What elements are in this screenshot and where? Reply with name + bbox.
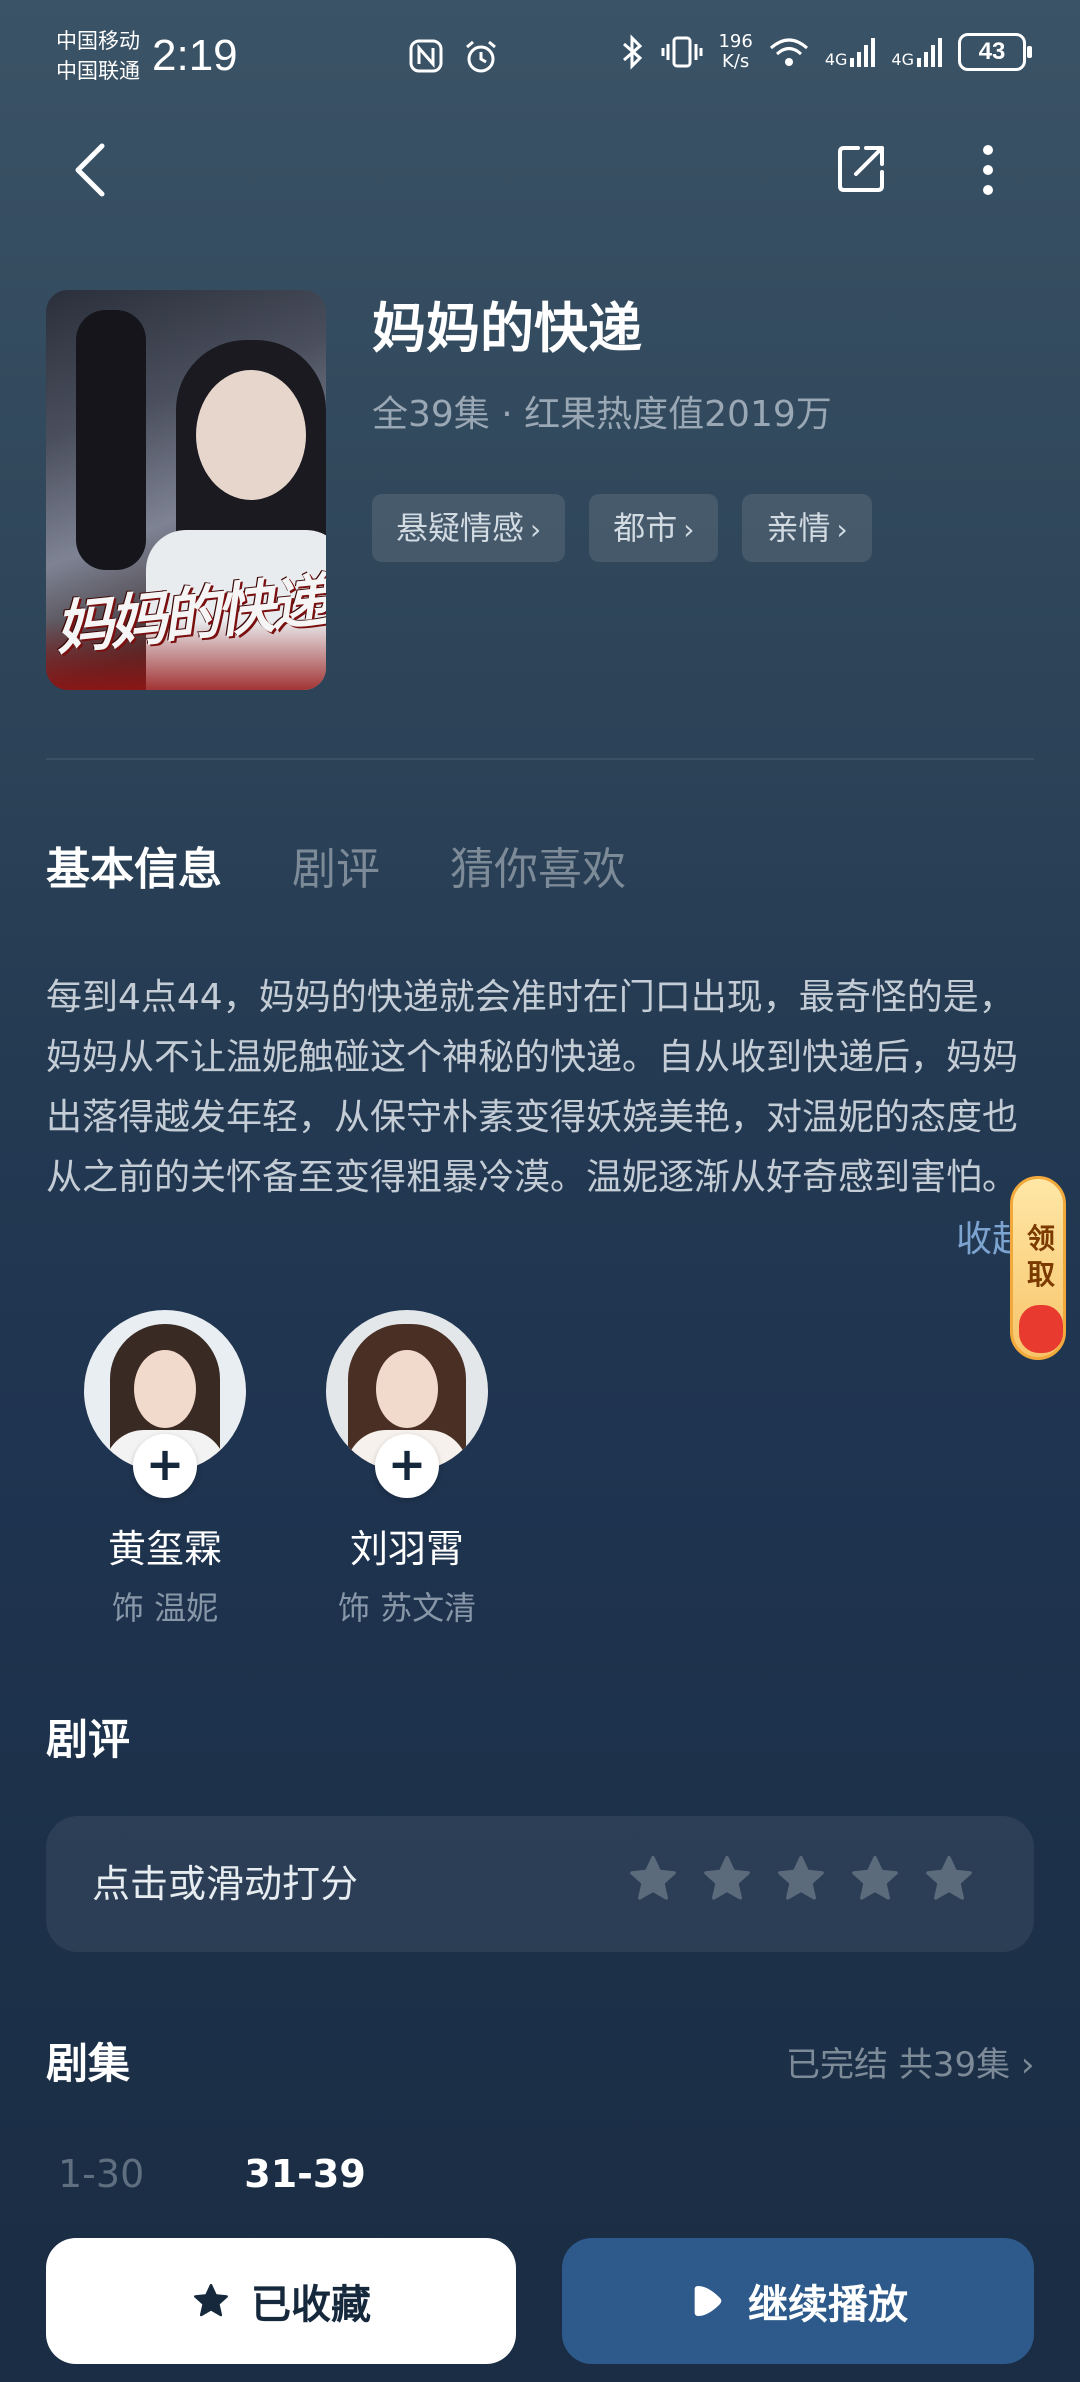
star-icon[interactable] — [626, 1852, 680, 1906]
nfc-icon — [409, 39, 443, 73]
play-icon — [694, 2286, 722, 2316]
star-icon[interactable] — [700, 1852, 754, 1906]
drama-poster: 妈妈的快递 — [46, 290, 326, 690]
status-right-icons: 196 K/s 4G 4G 43 — [620, 32, 1032, 72]
episodes-status: 已完结 共39集 — [786, 2045, 1011, 2085]
vibrate-icon — [661, 36, 703, 68]
cast-role: 饰 苏文清 — [337, 1589, 477, 1627]
more-options-button[interactable] — [968, 140, 1008, 200]
review-section-title: 剧评 — [46, 1715, 131, 1764]
episode-range-tabs: 1-30 31-39 — [58, 2144, 366, 2204]
episode-range-tab[interactable]: 31-39 — [244, 2144, 366, 2204]
cast-role: 饰 温妮 — [111, 1589, 219, 1627]
tag-urban[interactable]: 都市 › — [589, 494, 719, 562]
star-icon — [194, 2283, 228, 2317]
network-type-1: 4G — [824, 50, 848, 69]
cast-name: 黄玺霖 — [107, 1527, 222, 1571]
play-label: 继续播放 — [748, 2282, 908, 2328]
tag-family[interactable]: 亲情 › — [742, 494, 872, 562]
carrier-1: 中国移动 — [56, 29, 140, 53]
wifi-icon — [769, 38, 808, 66]
alarm-icon — [466, 40, 496, 73]
reward-float-button[interactable]: 领取 — [1010, 1176, 1066, 1360]
rating-card[interactable]: 点击或滑动打分 — [46, 1816, 1034, 1952]
drama-meta: 全39集 · 红果热度值2019万 — [372, 394, 832, 435]
net-speed-value: 196 — [718, 31, 753, 52]
net-speed-unit: K/s — [722, 51, 750, 72]
tab-reviews[interactable]: 剧评 — [292, 840, 380, 900]
follow-plus-button[interactable]: + — [133, 1434, 197, 1498]
chevron-right-icon: › — [836, 513, 848, 546]
signal-1: 4G — [825, 36, 878, 68]
genre-tags: 悬疑情感 › 都市 › 亲情 › — [372, 494, 872, 562]
rating-stars[interactable] — [626, 1852, 976, 1906]
follow-plus-button[interactable]: + — [375, 1434, 439, 1498]
continue-play-button[interactable]: 继续播放 — [562, 2238, 1034, 2364]
cast-item[interactable]: + 黄玺霖 饰 温妮 — [84, 1310, 246, 1630]
tab-basic-info[interactable]: 基本信息 — [46, 840, 222, 900]
status-time: 2:19 — [152, 31, 238, 80]
header-divider — [46, 758, 1034, 760]
red-envelope-icon — [1019, 1305, 1063, 1353]
cast-name: 刘羽霄 — [349, 1527, 464, 1571]
favorite-label: 已收藏 — [251, 2282, 371, 2328]
cast-item[interactable]: + 刘羽霄 饰 苏文清 — [326, 1310, 488, 1630]
chevron-right-icon: › — [530, 513, 542, 546]
cast-list: + 黄玺霖 饰 温妮 + 刘羽霄 饰 苏文清 — [84, 1310, 488, 1630]
star-icon[interactable] — [922, 1852, 976, 1906]
episodes-section-title: 剧集 — [46, 2039, 131, 2088]
status-bar: 中国移动 中国联通 2:19 196 K/s 4G 4G 43 — [0, 0, 1080, 110]
tag-label: 都市 — [613, 509, 678, 547]
network-type-2: 4G — [891, 50, 914, 69]
rating-prompt: 点击或滑动打分 — [92, 1862, 359, 1906]
episodes-status-link[interactable]: 已完结 共39集 › — [786, 2040, 1035, 2090]
tab-recommendations[interactable]: 猜你喜欢 — [450, 840, 626, 900]
tag-label: 悬疑情感 — [396, 509, 525, 547]
carrier-2: 中国联通 — [56, 59, 140, 83]
star-icon[interactable] — [848, 1852, 902, 1906]
battery-indicator: 43 — [958, 33, 1032, 71]
detail-tabs: 基本信息 剧评 猜你喜欢 — [46, 840, 626, 900]
tag-suspense[interactable]: 悬疑情感 › — [372, 494, 566, 562]
signal-2: 4G — [891, 36, 944, 68]
back-button[interactable] — [64, 138, 120, 202]
favorite-button[interactable]: 已收藏 — [46, 2238, 516, 2364]
star-icon[interactable] — [774, 1852, 828, 1906]
tag-label: 亲情 — [766, 509, 831, 547]
net-speed: 196 K/s — [718, 32, 752, 72]
bluetooth-icon — [623, 34, 643, 70]
drama-description: 每到4点44，妈妈的快递就会准时在门口出现，最奇怪的是，妈妈从不让温妮触碰这个神… — [46, 977, 1019, 1198]
chevron-right-icon: › — [1020, 2045, 1035, 2085]
carrier-info: 中国移动 中国联通 — [56, 26, 140, 86]
reward-label: 领取 — [1027, 1222, 1056, 1291]
status-left-icons — [408, 38, 500, 76]
drama-title: 妈妈的快递 — [372, 297, 642, 360]
signal-bars-icon — [850, 38, 876, 67]
signal-bars-icon — [917, 38, 942, 67]
share-button[interactable] — [832, 138, 892, 198]
chevron-right-icon: › — [683, 513, 695, 546]
episode-range-tab[interactable]: 1-30 — [58, 2144, 144, 2204]
